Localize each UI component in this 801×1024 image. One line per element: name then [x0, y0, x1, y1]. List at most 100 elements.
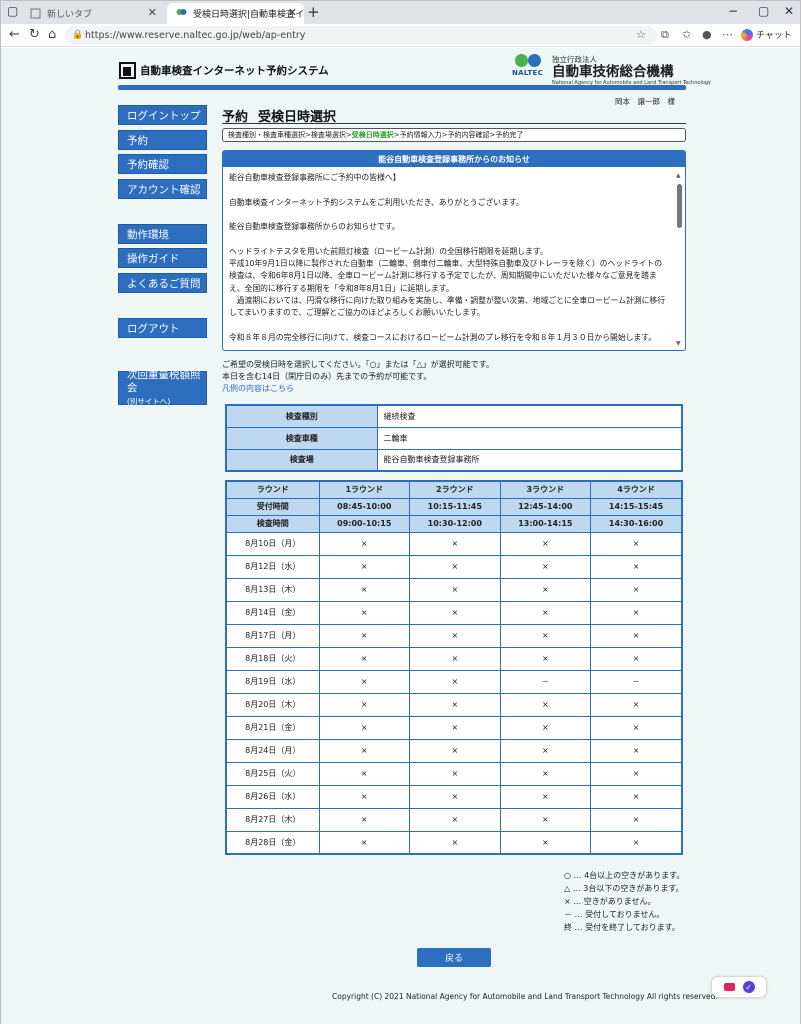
schedule-row: 8月18日（火） × × × × [225, 646, 683, 671]
schedule-row: 8月24日（月） × × × × [225, 738, 683, 763]
tab-title: 新しいタブ [47, 10, 93, 20]
browser-window: ▢ 新しいタブ ✕ 受検日時選択|自動車検査インターネッ ✕ + − ▢ ✕ ←… [0, 0, 801, 1024]
round-header-cell: 2ラウンド [409, 480, 501, 499]
schedule-slot: × [499, 577, 592, 602]
breadcrumb: 検査種別・検査車種選択 > 検査場選択 > 受検日時選択 > 予約情報入力 > … [222, 128, 686, 142]
schedule-slot: × [499, 692, 592, 717]
schedule-slot: × [318, 761, 411, 786]
favorite-star-icon[interactable]: ☆ [636, 28, 646, 41]
reception-row-label: 受付時間 [225, 497, 320, 516]
reload-icon[interactable]: ↻ [29, 27, 40, 43]
breadcrumb-step3-current: 受検日時選択 [351, 131, 394, 139]
legend-item: △ … 3台以下の空きがあります。 [564, 884, 684, 893]
sidebar-item-logout[interactable]: ログアウト [118, 318, 207, 338]
schedule-date: 8月14日（金） [225, 600, 320, 625]
more-menu-icon[interactable]: ⋯ [722, 28, 733, 41]
schedule-slot: × [318, 577, 411, 602]
back-button[interactable]: 戻る [417, 948, 491, 967]
back-arrow-icon[interactable]: ← [9, 27, 20, 43]
system-logo-icon [119, 62, 136, 79]
tab-strip: ▢ 新しいタブ ✕ 受検日時選択|自動車検査インターネッ ✕ + − ▢ ✕ [1, 1, 800, 24]
floating-widget[interactable]: ✓ [712, 977, 766, 997]
notice-gap [229, 209, 671, 221]
url-text: https://www.reserve.naltec.go.jp/web/ap-… [85, 30, 306, 41]
chat-icon[interactable] [723, 983, 735, 991]
close-window-icon[interactable]: ✕ [784, 4, 794, 18]
reception-row: 受付時間 08:45-10:00 10:15-11:45 12:45-14:00 14:… [225, 497, 683, 516]
breadcrumb-step1: 検査種別・検査車種選択 [228, 131, 305, 139]
notice-line: 令和８年８月の完全移行に向けて、検査コースにおけるロービーム計測のプレ移行を令和… [229, 332, 657, 342]
sidebar-item-reservation-check[interactable]: 予約確認 [118, 154, 207, 174]
system-logo[interactable]: 自動車検査インターネット予約システム [119, 62, 329, 79]
notice-box[interactable]: 能谷自動車検査登録事務所からのお知らせ 能谷自動車検査登録事務所にご予約中の皆様… [222, 150, 686, 351]
inspection-row-cell: 13:00-14:15 [499, 514, 592, 533]
tab-new-tab[interactable]: 新しいタブ ✕ [21, 3, 164, 24]
extensions-icon[interactable]: ⧉ [661, 28, 669, 42]
sidebar-item-faq[interactable]: よくあるご質問 [118, 273, 207, 293]
org-name: 自動車技術総合機構 [552, 64, 674, 80]
schedule-slot: × [409, 554, 501, 579]
info-label: 検査車種 [225, 426, 378, 450]
scroll-down-icon[interactable]: ▼ [676, 340, 681, 347]
sidebar-item-reserve[interactable]: 予約 [118, 130, 207, 150]
schedule-slot: × [318, 715, 411, 740]
schedule-row: 8月27日（木） × × × × [225, 807, 683, 832]
info-row: 検査車種 二輪車 [225, 426, 683, 450]
schedule-slot: × [409, 669, 501, 694]
maximize-icon[interactable]: ▢ [758, 4, 769, 18]
copilot-label: チャット [756, 31, 792, 41]
address-bar[interactable]: 🔒 https://www.reserve.naltec.go.jp/web/a… [65, 26, 657, 45]
sidebar-item-login-top[interactable]: ログイントップ [118, 105, 207, 125]
schedule-date: 8月25日（火） [225, 761, 320, 786]
legend: ○ … 4台以上の空きがあります。 △ … 3台以下の空きがあります。 × … 空き… [564, 869, 684, 934]
scroll-thumb[interactable] [677, 184, 682, 228]
sidebar-item-environment[interactable]: 動作環境 [118, 224, 207, 244]
sidebar-item-guide[interactable]: 操作ガイド [118, 248, 207, 268]
schedule-row: 8月25日（火） × × × × [225, 761, 683, 786]
schedule-slot: × [318, 692, 411, 717]
breadcrumb-step4: 予約情報入力 [399, 131, 442, 139]
instructions: ご希望の受検日時を選択してください。「○」または「△」が選択可能です。 本日を含… [222, 359, 494, 395]
check-icon[interactable]: ✓ [742, 981, 755, 993]
schedule-date: 8月17日（月） [225, 623, 320, 648]
profile-icon[interactable]: ● [702, 28, 712, 41]
notice-line: 過渡期においては、円滑な移行に向けた取り組みを実施し、準備・調整が整い次第、地域… [229, 295, 665, 305]
schedule-slot: × [499, 531, 592, 556]
schedule-slot: × [590, 554, 683, 579]
round-header-cell: 4ラウンド [590, 480, 683, 499]
instruction-line: ご希望の受検日時を選択してください。「○」または「△」が選択可能です。 [222, 360, 494, 369]
home-icon[interactable]: ⌂ [48, 27, 56, 43]
favorites-icon[interactable]: ✩ [682, 28, 691, 41]
legend-link[interactable]: 凡例の内容はこちら [222, 384, 294, 393]
schedule-row: 8月21日（金） × × × × [225, 715, 683, 740]
schedule-slot: × [318, 646, 411, 671]
schedule-date: 8月21日（金） [225, 715, 320, 740]
sidebar-item-account-check[interactable]: アカウント確認 [118, 179, 207, 199]
schedule-slot: × [409, 531, 501, 556]
breadcrumb-step5: 予約内容確認 [447, 131, 490, 139]
sidebar-item-weight-tax[interactable]: 次回重量税額照会 (別サイトへ) [118, 369, 207, 406]
close-icon[interactable]: ✕ [148, 6, 157, 19]
close-icon[interactable]: ✕ [288, 6, 297, 19]
schedule-slot: × [318, 784, 411, 809]
schedule-date: 8月10日（月） [225, 531, 320, 556]
schedule-slot: × [499, 715, 592, 740]
tab-actions-icon[interactable]: ▢ [7, 4, 18, 18]
schedule-row: 8月12日（水） × × × × [225, 554, 683, 579]
scroll-up-icon[interactable]: ▲ [676, 172, 681, 179]
notice-scrollbar[interactable]: ▲ ▼ [676, 170, 683, 347]
minimize-icon[interactable]: − [728, 4, 738, 18]
schedule-slot: × [409, 646, 501, 671]
org-abbr: NALTEC [512, 69, 544, 77]
schedule-row: 8月10日（月） × × × × [225, 531, 683, 556]
inspection-row: 検査時間 09:00-10:15 10:30-12:00 13:00-14:15 14:… [225, 514, 683, 533]
copilot-button[interactable]: チャット [741, 28, 792, 41]
schedule-slot: × [590, 715, 683, 740]
schedule-slot: × [318, 807, 411, 832]
schedule-slot: × [590, 761, 683, 786]
new-tab-plus-icon[interactable]: + [307, 4, 320, 21]
tab-reservation[interactable]: 受検日時選択|自動車検査インターネッ ✕ [167, 3, 304, 24]
schedule-row: 8月17日（月） × × × × [225, 623, 683, 648]
schedule-slot: × [318, 554, 411, 579]
org-logo[interactable]: NALTEC 独立行政法人 自動車技術総合機構 National Agency … [512, 54, 711, 86]
